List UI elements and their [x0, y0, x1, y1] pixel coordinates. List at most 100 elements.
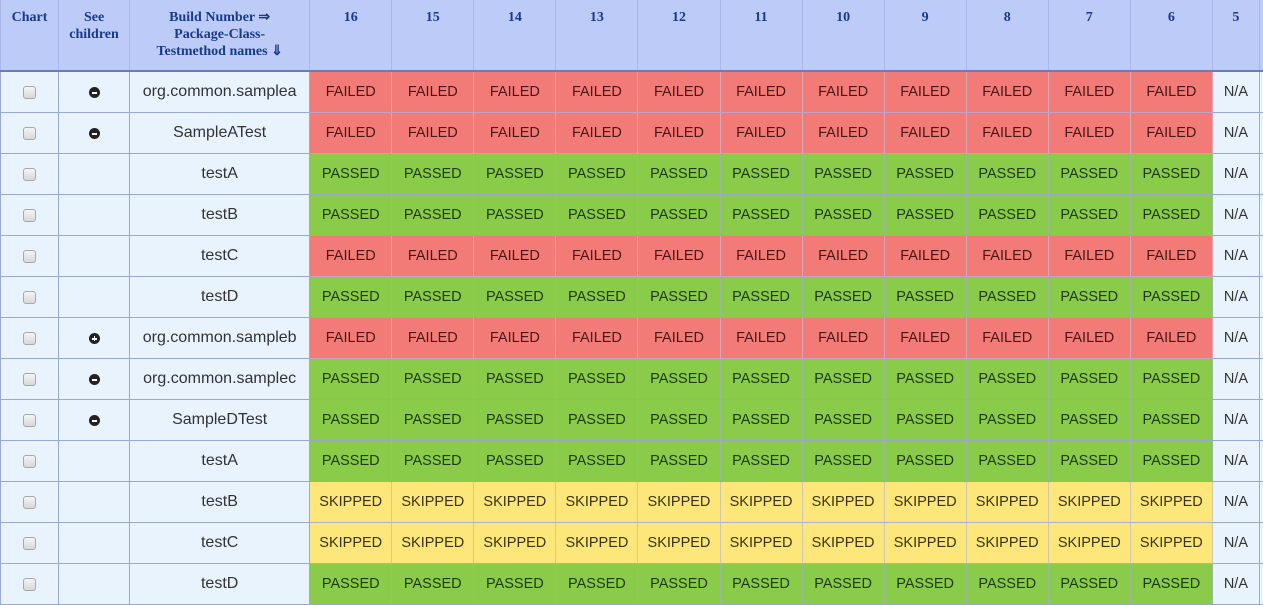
collapse-icon[interactable] — [89, 415, 100, 426]
chart-checkbox[interactable] — [23, 578, 36, 591]
chart-checkbox[interactable] — [23, 209, 36, 222]
status-cell: SKIPPED — [884, 482, 966, 523]
status-cell: N/A — [1212, 236, 1259, 277]
status-cell: SKIPPED — [556, 523, 638, 564]
filler-cell — [1259, 400, 1263, 441]
build-column-header: 7 — [1048, 0, 1130, 71]
status-cell: N/A — [1212, 441, 1259, 482]
status-cell: N/A — [1212, 523, 1259, 564]
chart-checkbox[interactable] — [23, 332, 36, 345]
see-children-cell — [59, 318, 130, 359]
chart-checkbox[interactable] — [23, 373, 36, 386]
test-name-cell: testD — [130, 564, 310, 605]
chart-checkbox[interactable] — [23, 291, 36, 304]
status-cell: FAILED — [474, 318, 556, 359]
chart-checkbox[interactable] — [23, 127, 36, 140]
status-cell: N/A — [1212, 318, 1259, 359]
chart-checkbox[interactable] — [23, 250, 36, 263]
filler-cell — [1259, 277, 1263, 318]
test-name-cell: org.common.sampleb — [130, 318, 310, 359]
status-cell: PASSED — [638, 400, 720, 441]
table-row: SampleATestFAILEDFAILEDFAILEDFAILEDFAILE… — [1, 113, 1263, 154]
status-cell: PASSED — [1130, 195, 1212, 236]
status-cell: FAILED — [310, 318, 392, 359]
filler-cell — [1259, 318, 1263, 359]
status-cell: PASSED — [720, 154, 802, 195]
status-cell: SKIPPED — [474, 523, 556, 564]
status-cell: PASSED — [556, 564, 638, 605]
filler-cell — [1259, 71, 1263, 113]
status-cell: SKIPPED — [802, 523, 884, 564]
status-cell: SKIPPED — [1130, 523, 1212, 564]
package-class-label: Package-Class- — [174, 27, 265, 42]
testmethod-names-label: Testmethod names ⇓ — [156, 44, 282, 59]
status-cell: FAILED — [1048, 318, 1130, 359]
filler-cell — [1259, 195, 1263, 236]
status-cell: PASSED — [556, 400, 638, 441]
status-cell: FAILED — [1130, 71, 1212, 113]
chart-cell — [1, 236, 59, 277]
chart-checkbox[interactable] — [23, 537, 36, 550]
chart-checkbox[interactable] — [23, 496, 36, 509]
chart-checkbox[interactable] — [23, 455, 36, 468]
status-cell: FAILED — [966, 71, 1048, 113]
chart-checkbox[interactable] — [23, 86, 36, 99]
chart-cell — [1, 318, 59, 359]
status-cell: FAILED — [474, 236, 556, 277]
chart-cell — [1, 113, 59, 154]
chart-checkbox[interactable] — [23, 414, 36, 427]
status-cell: FAILED — [638, 71, 720, 113]
table-row: org.common.samplebFAILEDFAILEDFAILEDFAIL… — [1, 318, 1263, 359]
chart-column-header: Chart — [1, 0, 59, 71]
status-cell: FAILED — [966, 236, 1048, 277]
status-cell: PASSED — [638, 154, 720, 195]
test-name-cell: org.common.samplea — [130, 71, 310, 113]
status-cell: PASSED — [966, 195, 1048, 236]
expand-icon[interactable] — [89, 333, 100, 344]
status-cell: FAILED — [1048, 113, 1130, 154]
status-cell: SKIPPED — [966, 482, 1048, 523]
status-cell: PASSED — [474, 564, 556, 605]
status-cell: FAILED — [392, 236, 474, 277]
status-cell: FAILED — [884, 71, 966, 113]
collapse-icon[interactable] — [89, 128, 100, 139]
see-children-column-header: See children — [59, 0, 130, 71]
status-cell: SKIPPED — [556, 482, 638, 523]
status-cell: N/A — [1212, 277, 1259, 318]
status-cell: PASSED — [392, 400, 474, 441]
status-cell: PASSED — [392, 277, 474, 318]
status-cell: N/A — [1212, 195, 1259, 236]
see-children-cell — [59, 71, 130, 113]
status-cell: SKIPPED — [310, 482, 392, 523]
status-cell: N/A — [1212, 400, 1259, 441]
status-cell: FAILED — [884, 318, 966, 359]
status-cell: FAILED — [1130, 318, 1212, 359]
status-cell: PASSED — [1048, 359, 1130, 400]
status-cell: PASSED — [1048, 441, 1130, 482]
build-column-header: 6 — [1130, 0, 1212, 71]
chart-cell — [1, 523, 59, 564]
chart-cell — [1, 277, 59, 318]
status-cell: SKIPPED — [1048, 523, 1130, 564]
status-cell: FAILED — [720, 113, 802, 154]
chart-cell — [1, 482, 59, 523]
table-row: SampleDTestPASSEDPASSEDPASSEDPASSEDPASSE… — [1, 400, 1263, 441]
status-cell: FAILED — [1130, 113, 1212, 154]
status-cell: SKIPPED — [638, 482, 720, 523]
see-children-cell — [59, 441, 130, 482]
status-cell: PASSED — [884, 195, 966, 236]
chart-checkbox[interactable] — [23, 168, 36, 181]
status-cell: FAILED — [392, 113, 474, 154]
status-cell: FAILED — [720, 236, 802, 277]
test-name-cell: testC — [130, 236, 310, 277]
status-cell: PASSED — [884, 564, 966, 605]
chart-cell — [1, 441, 59, 482]
collapse-icon[interactable] — [89, 374, 100, 385]
status-cell: PASSED — [556, 195, 638, 236]
build-number-label: Build Number ⇒ — [169, 10, 270, 25]
collapse-icon[interactable] — [89, 87, 100, 98]
status-cell: PASSED — [966, 441, 1048, 482]
status-cell: FAILED — [310, 236, 392, 277]
build-column-header: 16 — [310, 0, 392, 71]
status-cell: PASSED — [474, 441, 556, 482]
